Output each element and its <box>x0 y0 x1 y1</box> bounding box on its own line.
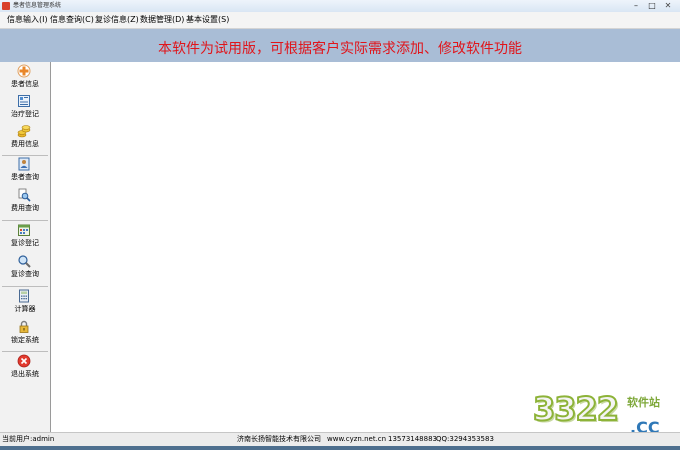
sidebar-label: 患者查询 <box>11 173 39 181</box>
sidebar-item-revisit-query[interactable]: 复诊查询 <box>0 254 50 284</box>
main-workspace[interactable] <box>51 62 680 432</box>
coins-icon <box>17 125 31 138</box>
sidebar-label: 计算器 <box>14 305 36 313</box>
current-user-status: 当前用户:admin <box>2 435 55 443</box>
menu-bar: 信息输入(I) 信息查询(C) 复诊信息(Z) 数据管理(D) 基本设置(S) <box>0 12 680 29</box>
sidebar-item-revisit-register[interactable]: 复诊登记 <box>0 223 50 253</box>
close-button[interactable]: ✕ <box>660 0 676 12</box>
menu-info-input[interactable]: 信息输入(I) <box>5 13 50 27</box>
sidebar-divider <box>2 220 48 221</box>
trial-banner: 本软件为试用版，可根据客户实际需求添加、修改软件功能 <box>0 29 680 62</box>
sidebar-divider <box>2 351 48 352</box>
sidebar-item-expense-query[interactable]: 费用查询 <box>0 188 50 218</box>
sidebar-divider <box>2 286 48 287</box>
sidebar-label: 复诊登记 <box>11 239 39 247</box>
sidebar-item-calculator[interactable]: 计算器 <box>0 289 50 319</box>
calculator-icon <box>19 289 29 303</box>
menu-data-management[interactable]: 数据管理(D) <box>138 13 186 27</box>
patient-card-icon <box>18 157 30 171</box>
menu-basic-settings[interactable]: 基本设置(S) <box>184 13 231 27</box>
add-patient-icon <box>17 64 31 78</box>
watermark-logo-number: 3322 <box>532 389 620 429</box>
sidebar-item-patient-info[interactable]: 患者信息 <box>0 64 50 94</box>
sidebar-label: 患者信息 <box>11 80 39 88</box>
sidebar-item-treatment-register[interactable]: 治疗登记 <box>0 94 50 124</box>
sidebar-label: 退出系统 <box>11 370 39 378</box>
sidebar-divider <box>2 155 48 156</box>
sidebar-item-exit-system[interactable]: 退出系统 <box>0 354 50 384</box>
magnifier-icon <box>18 255 31 268</box>
os-taskbar <box>0 446 680 450</box>
register-form-icon <box>18 95 30 107</box>
app-icon <box>2 2 10 10</box>
sidebar-label: 费用信息 <box>11 140 39 148</box>
search-document-icon <box>18 188 31 202</box>
sidebar-item-patient-query[interactable]: 患者查询 <box>0 157 50 187</box>
sidebar-item-lock-system[interactable]: 锁定系统 <box>0 320 50 350</box>
company-phone: 13573148883 <box>388 435 437 443</box>
calendar-icon <box>18 224 30 236</box>
menu-info-query[interactable]: 信息查询(C) <box>48 13 96 27</box>
menu-revisit-info[interactable]: 复诊信息(Z) <box>93 13 141 27</box>
sidebar-item-expense-info[interactable]: 费用信息 <box>0 124 50 154</box>
company-name: 济南长扬智能技术有限公司 <box>237 435 321 443</box>
watermark-logo-site: 软件站 <box>627 396 660 409</box>
minimize-button[interactable]: – <box>628 0 644 12</box>
sidebar-label: 费用查询 <box>11 204 39 212</box>
sidebar-label: 治疗登记 <box>11 110 39 118</box>
sidebar-label: 锁定系统 <box>11 336 39 344</box>
company-website: www.cyzn.net.cn <box>327 435 387 443</box>
window-controls: – □ ✕ <box>628 0 676 12</box>
sidebar: 患者信息 治疗登记 费用信息 患者查询 费用查询 复诊登记 复诊查询 计算器 锁… <box>0 62 51 432</box>
maximize-button[interactable]: □ <box>644 0 660 12</box>
trial-banner-text: 本软件为试用版，可根据客户实际需求添加、修改软件功能 <box>158 41 522 57</box>
lock-icon <box>19 320 29 333</box>
window-title: 患者信息管理系统 <box>13 2 62 9</box>
status-bar: 当前用户:admin 济南长扬智能技术有限公司 www.cyzn.net.cn … <box>0 432 680 446</box>
sidebar-label: 复诊查询 <box>11 270 39 278</box>
exit-icon <box>17 354 31 368</box>
company-qq: QQ:3294353583 <box>436 435 494 443</box>
